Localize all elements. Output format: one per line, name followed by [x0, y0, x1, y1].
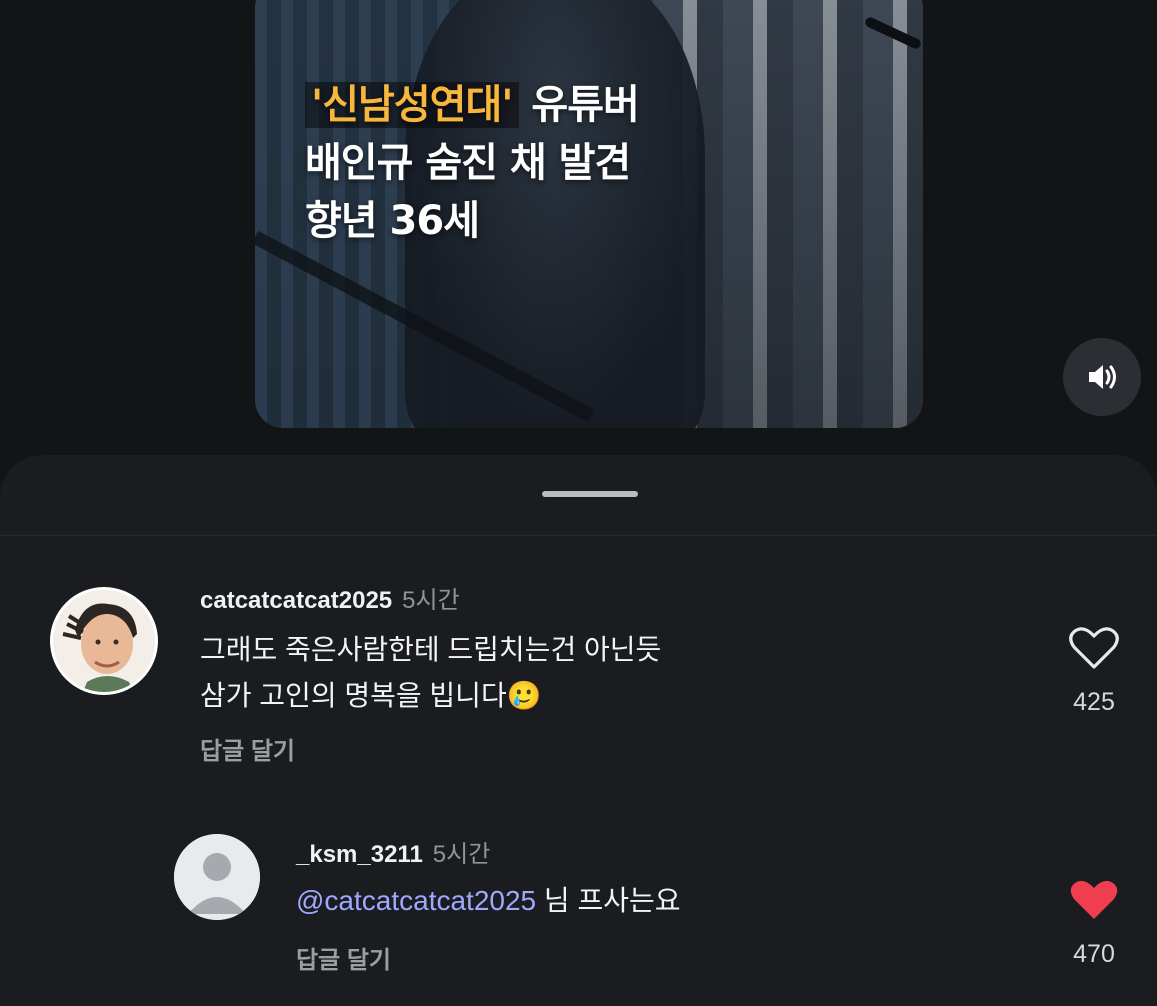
- heart-outline-icon[interactable]: [1068, 625, 1120, 671]
- like-control[interactable]: 425: [1054, 625, 1134, 717]
- headline-highlight: '신남성연대': [305, 82, 519, 128]
- headline-line-3: 향년 36세: [305, 198, 480, 244]
- comment-time: 5시간: [402, 587, 460, 614]
- app-screen: '신남성연대' 유튜버 배인규 숨진 채 발견 향년 36세 catcatcat…: [0, 0, 1157, 1006]
- heart-filled-icon[interactable]: [1068, 877, 1120, 923]
- avatar-face-icon: [53, 590, 155, 692]
- avatar[interactable]: [174, 834, 260, 920]
- like-count: 425: [1073, 688, 1115, 716]
- comment-meta: _ksm_3211 5시간: [296, 834, 490, 869]
- comment-username[interactable]: _ksm_3211: [296, 841, 423, 868]
- comments-sheet: catcatcatcat2025 5시간 그래도 죽은사람한테 드립치는건 아닌듯…: [0, 455, 1157, 1006]
- avatar[interactable]: [50, 587, 158, 695]
- comment-meta: catcatcatcat2025 5시간: [200, 580, 460, 615]
- comment-text-line-2: 삼가 고인의 명복을 빕니다🥲: [200, 673, 661, 719]
- comment-time: 5시간: [432, 841, 491, 868]
- sheet-drag-handle[interactable]: [542, 491, 638, 497]
- speaker-icon: [1089, 365, 1116, 389]
- comment-text-body: 님 프사는요: [536, 885, 681, 916]
- comment-username[interactable]: catcatcatcat2025: [200, 587, 392, 614]
- comment-text-line-1: 그래도 죽은사람한테 드립치는건 아닌듯: [200, 634, 662, 665]
- comment-mention-link[interactable]: @catcatcatcat2025: [296, 885, 536, 916]
- sheet-divider: [0, 535, 1157, 536]
- headline-line-1-rest: 유튜버: [518, 82, 639, 128]
- headline-line-1: '신남성연대' 유튜버: [305, 76, 865, 134]
- reply-button[interactable]: 답글 달기: [296, 940, 391, 975]
- sound-toggle-button[interactable]: [1063, 338, 1141, 416]
- comment-text-line-2-body: 삼가 고인의 명복을 빕니다: [200, 680, 507, 711]
- like-count: 470: [1073, 940, 1115, 968]
- headline-line-2: 배인규 숨진 채 발견: [305, 140, 631, 186]
- default-user-icon: [174, 834, 260, 920]
- comment-text: 그래도 죽은사람한테 드립치는건 아닌듯 삼가 고인의 명복을 빕니다🥲: [200, 627, 661, 719]
- video-headline: '신남성연대' 유튜버 배인규 숨진 채 발견 향년 36세: [305, 76, 865, 250]
- reply-button[interactable]: 답글 달기: [200, 731, 295, 766]
- comment-text: @catcatcatcat2025 님 프사는요: [296, 878, 680, 924]
- crying-face-emoji: 🥲: [506, 680, 542, 711]
- video-player[interactable]: '신남성연대' 유튜버 배인규 숨진 채 발견 향년 36세: [255, 0, 923, 428]
- like-control[interactable]: 470: [1054, 877, 1134, 969]
